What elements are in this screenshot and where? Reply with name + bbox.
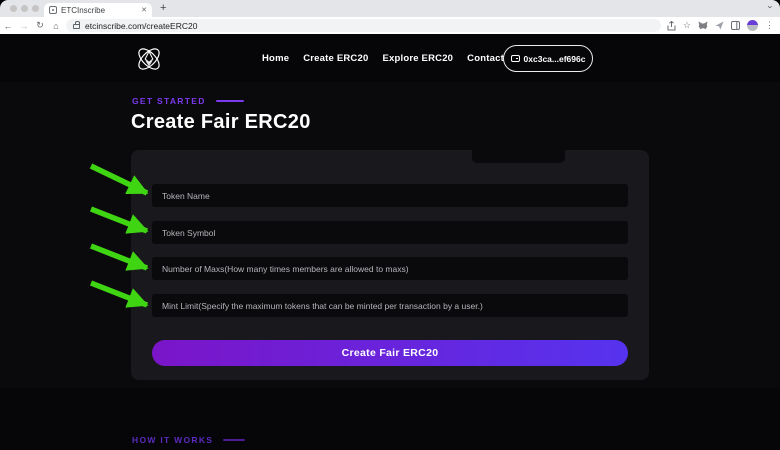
wallet-icon <box>511 55 520 62</box>
back-icon[interactable]: ← <box>0 21 16 31</box>
main-nav: Home Create ERC20 Explore ERC20 Contact <box>262 53 504 64</box>
get-started-label: GET STARTED <box>132 96 206 106</box>
browser-toolbar: ← → ↻ ⌂ etcinscribe.com/createERC20 ☆ ⋮ <box>0 17 780 34</box>
tab-close-icon[interactable]: ✕ <box>141 6 147 14</box>
window-zoom-button[interactable] <box>32 5 39 12</box>
browser-menu-icon[interactable]: ⋮ <box>765 21 774 30</box>
wallet-address: 0xc3ca...ef696c <box>524 54 586 64</box>
how-it-works-section <box>0 388 780 450</box>
metamask-extension-icon[interactable] <box>698 21 708 30</box>
tab-search-chevron-icon[interactable]: › <box>766 6 776 9</box>
nav-link-home[interactable]: Home <box>262 53 289 64</box>
window-minimize-button[interactable] <box>21 5 28 12</box>
wallet-address-button[interactable]: 0xc3ca...ef696c <box>503 45 593 72</box>
home-icon[interactable]: ⌂ <box>48 21 64 31</box>
profile-avatar[interactable] <box>747 20 758 31</box>
number-of-maxs-input[interactable] <box>152 257 628 280</box>
token-name-input[interactable] <box>152 184 628 207</box>
side-panel-icon[interactable] <box>731 21 740 30</box>
etcinscribe-logo-icon[interactable] <box>132 42 166 76</box>
url-text: etcinscribe.com/createERC20 <box>85 21 197 31</box>
tab-title: ETCInscribe <box>61 6 137 15</box>
browser-tab[interactable]: ETCInscribe ✕ <box>44 3 152 17</box>
how-it-works-divider <box>223 439 245 441</box>
bookmark-star-icon[interactable]: ☆ <box>683 21 691 30</box>
card-top-notch <box>472 150 565 163</box>
webpage: Home Create ERC20 Explore ERC20 Contact … <box>0 34 780 450</box>
how-it-works-kicker-row: HOW IT WORKS <box>132 435 245 445</box>
extension-plane-icon[interactable] <box>715 21 724 30</box>
address-bar[interactable]: etcinscribe.com/createERC20 <box>66 19 661 32</box>
get-started-kicker-row: GET STARTED <box>132 96 244 106</box>
forward-icon[interactable]: → <box>16 21 32 31</box>
create-erc20-form-card: Create Fair ERC20 <box>131 150 649 380</box>
share-icon[interactable] <box>667 21 676 31</box>
browser-window: ETCInscribe ✕ + › ← → ↻ ⌂ etcinscribe.co… <box>0 0 780 450</box>
tab-strip: ETCInscribe ✕ + › <box>0 0 780 17</box>
lock-icon[interactable] <box>73 24 80 29</box>
how-it-works-label: HOW IT WORKS <box>132 435 213 445</box>
tab-favicon-icon <box>49 6 57 14</box>
nav-link-create-erc20[interactable]: Create ERC20 <box>303 53 368 64</box>
new-tab-button[interactable]: + <box>160 2 166 14</box>
kicker-divider <box>216 100 244 102</box>
nav-link-contact[interactable]: Contact <box>467 53 504 64</box>
toolbar-actions: ☆ ⋮ <box>667 20 780 31</box>
mint-limit-input[interactable] <box>152 294 628 317</box>
site-header: Home Create ERC20 Explore ERC20 Contact … <box>0 34 780 82</box>
token-symbol-input[interactable] <box>152 221 628 244</box>
window-close-button[interactable] <box>10 5 17 12</box>
refresh-icon[interactable]: ↻ <box>32 20 48 31</box>
page-title: Create Fair ERC20 <box>131 111 311 134</box>
nav-link-explore-erc20[interactable]: Explore ERC20 <box>382 53 453 64</box>
create-fair-erc20-button[interactable]: Create Fair ERC20 <box>152 340 628 366</box>
